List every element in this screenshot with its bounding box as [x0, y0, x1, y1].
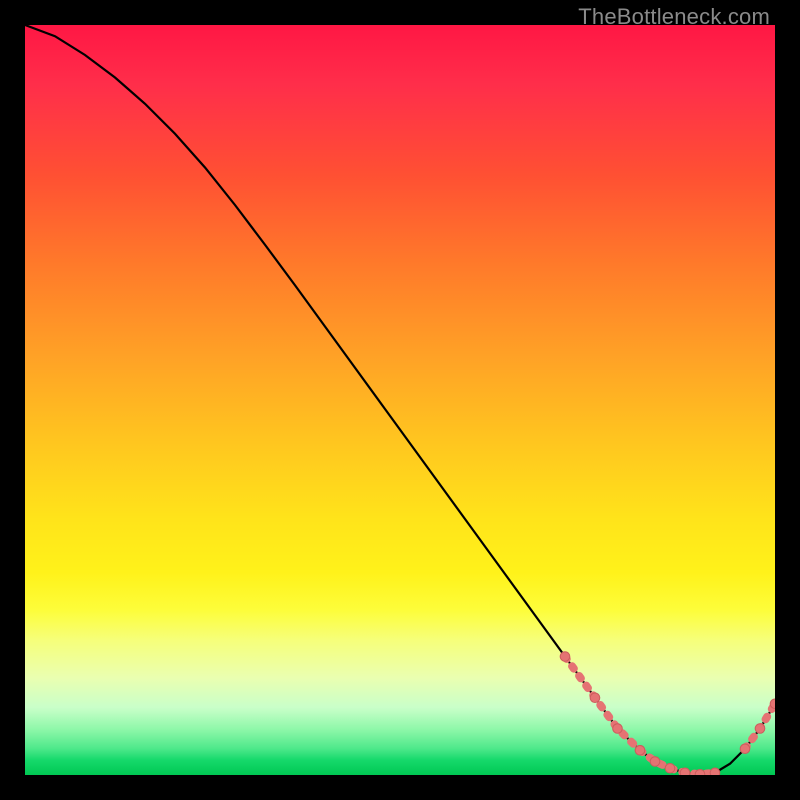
highlight-marker [770, 699, 775, 709]
highlight-marker [590, 693, 600, 703]
highlight-marker [695, 769, 705, 775]
highlight-marker [560, 652, 570, 662]
highlight-marker [650, 757, 660, 767]
bottleneck-curve [25, 25, 775, 774]
highlight-marker [613, 724, 623, 734]
highlight-marker [740, 744, 750, 754]
highlight-markers [560, 652, 775, 775]
highlight-segments [565, 657, 775, 775]
chart-stage: TheBottleneck.com [0, 0, 800, 800]
highlight-segment [565, 657, 640, 751]
highlight-marker [665, 763, 675, 773]
highlight-marker [680, 768, 690, 775]
chart-svg [25, 25, 775, 775]
highlight-marker [755, 724, 765, 734]
highlight-marker [635, 745, 645, 755]
highlight-marker [710, 768, 720, 775]
plot-group [25, 25, 775, 775]
